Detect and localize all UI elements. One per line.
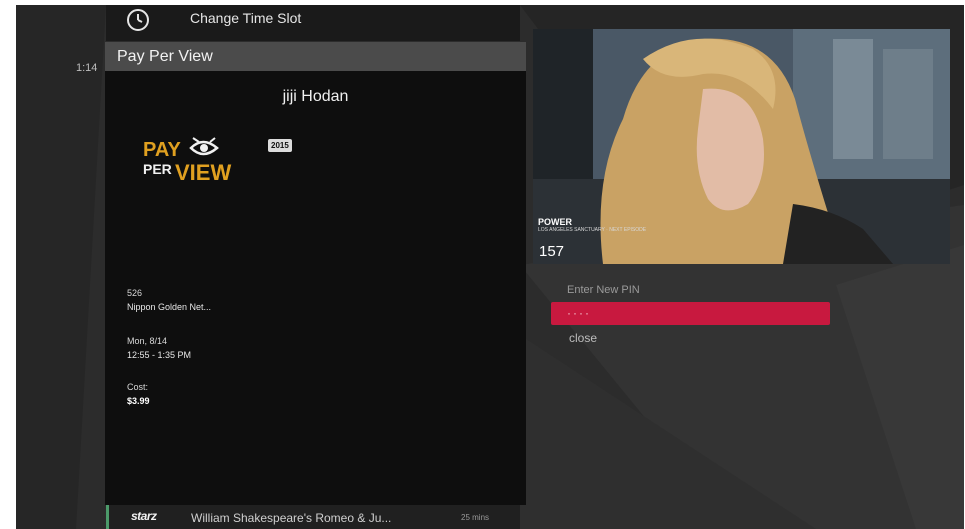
listing-title: William Shakespeare's Romeo & Ju... [191, 511, 392, 525]
pin-label: Enter New PIN [567, 284, 640, 296]
svg-text:PER: PER [143, 161, 172, 177]
close-button[interactable]: close [569, 331, 597, 345]
year-badge: 2015 [268, 139, 292, 152]
listing-duration: 25 mins [461, 513, 490, 522]
panel-header: Pay Per View [105, 42, 526, 71]
tv-guide-screen: Change Time Slot 1:14 Pay Per View jiji … [16, 5, 964, 529]
network-logo: POWER [538, 217, 573, 227]
video-preview: POWER LOS ANGELES SANCTUARY · NEXT EPISO… [533, 29, 950, 264]
pin-value: ···· [567, 306, 591, 320]
preview-channel-number: 157 [539, 243, 565, 260]
svg-text:VIEW: VIEW [175, 160, 231, 185]
cost-value: $3.99 [127, 396, 150, 406]
pin-input[interactable]: ···· [551, 302, 830, 325]
top-bar: Change Time Slot [106, 5, 520, 41]
pay-per-view-logo: PAY PER VIEW [143, 137, 231, 185]
channel-number: 526 [127, 288, 143, 298]
change-time-slot-button[interactable]: Change Time Slot [190, 10, 301, 26]
program-title: jiji Hodan [282, 88, 349, 105]
channel-name: Nippon Golden Net... [127, 302, 212, 312]
air-time: 12:55 - 1:35 PM [127, 350, 192, 360]
air-date: Mon, 8/14 [127, 336, 168, 346]
listing-row[interactable]: starz William Shakespeare's Romeo & Ju..… [106, 505, 520, 529]
network-subtitle: LOS ANGELES SANCTUARY · NEXT EPISODE [538, 227, 647, 233]
starz-logo: starz [131, 509, 157, 523]
cost-label: Cost: [127, 382, 149, 392]
clock-icon[interactable] [126, 8, 150, 32]
pay-per-view-panel: Pay Per View jiji Hodan PAY PER VIEW 201… [105, 42, 526, 505]
panel-title: Pay Per View [117, 48, 213, 65]
svg-text:PAY: PAY [143, 139, 181, 161]
guide-time-label: 1:14 [76, 62, 98, 74]
